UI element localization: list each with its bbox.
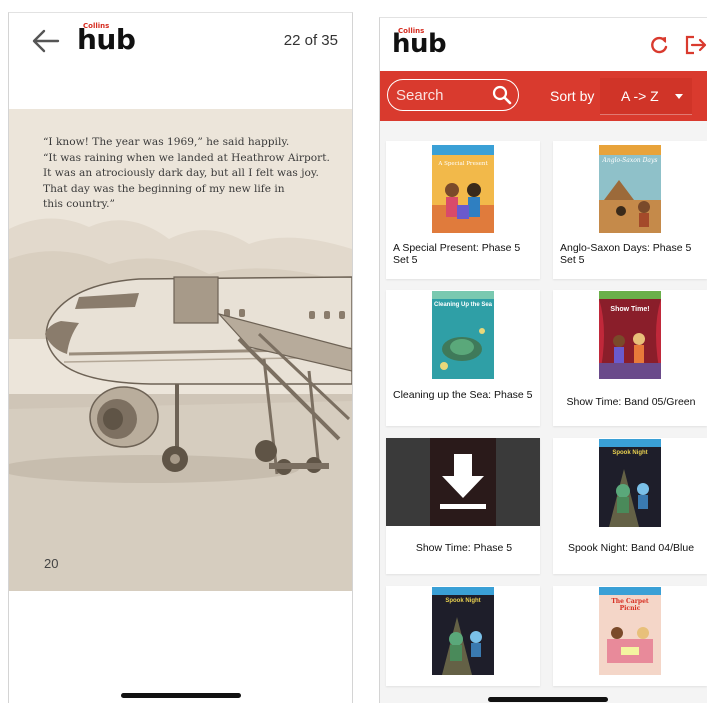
logout-button[interactable] (684, 34, 707, 56)
logout-icon (685, 35, 707, 55)
book-card[interactable]: Show Time! Show Time: Band 05/Green (553, 290, 707, 426)
book-card[interactable]: A Special Present A Special Present: Pha… (386, 141, 540, 279)
story-text: “I know! The year was 1969,” he said hap… (43, 135, 343, 213)
search-box[interactable] (387, 79, 519, 111)
story-line: It was an atrociously dark day, but all … (43, 167, 319, 180)
cover-title: The Carpet Picnic (611, 598, 649, 612)
book-card[interactable]: The Carpet Picnic (553, 586, 707, 686)
reader-header: Collins hub 22 of 35 (9, 13, 352, 71)
cover-title: Show Time! (610, 306, 650, 313)
page-number: 20 (44, 556, 59, 571)
book-card[interactable]: Anglo-Saxon Days Anglo-Saxon Days: Phase… (553, 141, 707, 279)
book-page[interactable]: “I know! The year was 1969,” he said hap… (9, 109, 352, 591)
book-title: Show Time: Band 05/Green (566, 396, 696, 408)
cover-title: A Special Present (438, 161, 488, 167)
page-counter: 22 of 35 (283, 32, 338, 49)
refresh-icon (651, 36, 668, 54)
sort-dropdown[interactable]: A -> Z (600, 78, 692, 115)
story-line: “It was raining when we landed at Heathr… (43, 151, 330, 164)
back-button[interactable] (31, 27, 61, 55)
home-indicator[interactable] (121, 693, 241, 698)
logo-brand: Collins (83, 22, 110, 30)
book-cover (432, 145, 494, 233)
cover-title: Anglo-Saxon Days (602, 157, 658, 164)
home-indicator[interactable] (488, 697, 608, 702)
book-title: Spook Night: Band 04/Blue (567, 542, 695, 554)
cover-title: Cleaning Up the Sea (434, 302, 493, 308)
story-line: “I know! The year was 1969,” he said hap… (43, 136, 290, 148)
book-title: Show Time: Phase 5 (415, 542, 513, 554)
back-arrow-icon (32, 29, 60, 53)
sort-label: Sort by (550, 88, 595, 104)
cover-title: Spook Night (612, 450, 648, 456)
cover-title: Spook Night (445, 598, 481, 604)
book-card[interactable]: Show Time: Phase 5 (386, 438, 540, 574)
logo-brand: Collins (398, 27, 425, 35)
collins-hub-logo: Collins hub (392, 27, 447, 59)
library-screen: Collins hub Sort by A -> Z (379, 17, 707, 703)
book-card[interactable]: Spook Night (386, 586, 540, 686)
book-card[interactable]: Cleaning Up the Sea Cleaning up the Sea:… (386, 290, 540, 426)
story-line: this country.” (43, 198, 115, 211)
download-overlay[interactable] (386, 438, 540, 526)
chevron-down-icon (675, 94, 683, 99)
book-title: Anglo-Saxon Days: Phase 5 Set 5 (560, 242, 692, 266)
book-card[interactable]: Spook Night Spook Night: Band 04/Blue (553, 438, 707, 574)
story-line: That day was the beginning of my new lif… (43, 182, 285, 195)
reader-screen: Collins hub 22 of 35 “I know! The year w… (8, 12, 353, 703)
download-icon (430, 438, 496, 526)
book-cover (599, 291, 661, 379)
search-sort-bar: Sort by A -> Z (380, 71, 707, 121)
sort-value: A -> Z (621, 88, 659, 104)
book-title: Cleaning up the Sea: Phase 5 (393, 389, 533, 401)
book-title: A Special Present: Phase 5 Set 5 (393, 242, 521, 266)
search-input[interactable] (396, 86, 486, 104)
collins-hub-logo: Collins hub (77, 22, 136, 56)
search-icon[interactable] (492, 85, 512, 105)
refresh-button[interactable] (648, 34, 670, 56)
library-header: Collins hub (380, 18, 707, 71)
